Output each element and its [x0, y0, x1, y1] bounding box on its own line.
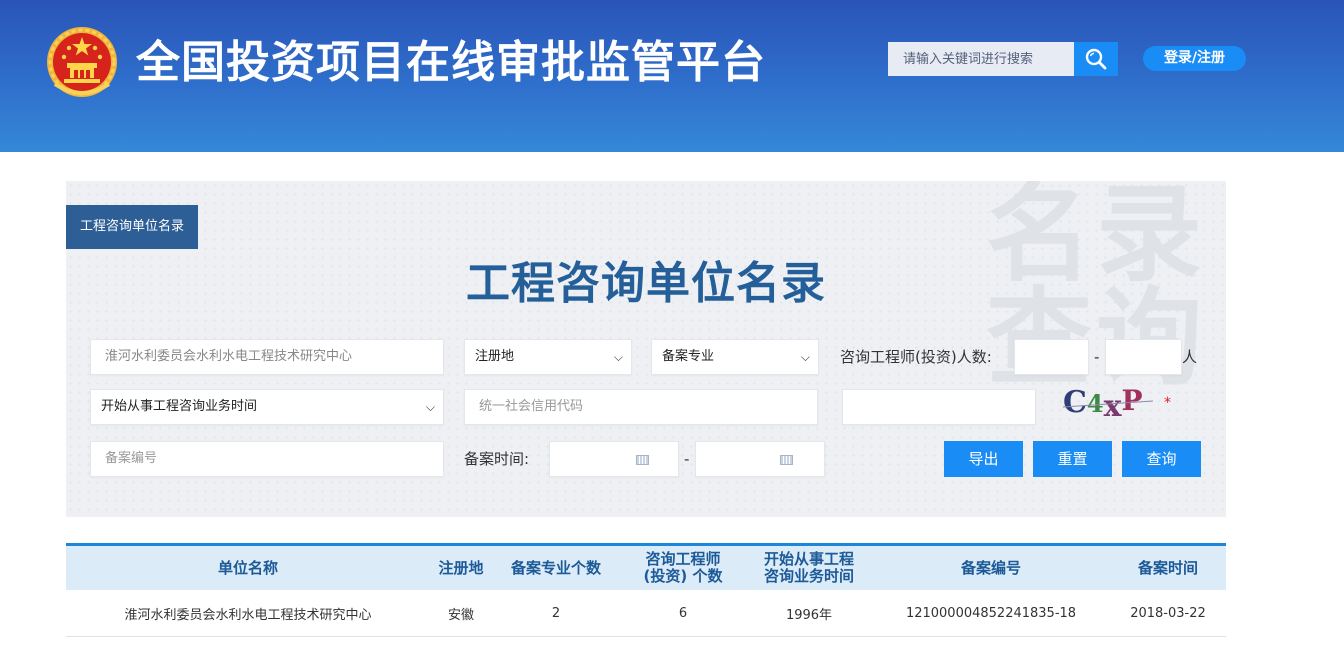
site-title: 全国投资项目在线审批监管平台	[136, 37, 766, 88]
engineer-count-max-input[interactable]	[1105, 339, 1182, 375]
search-panel: 名录查询 工程咨询单位名录 工程咨询单位名录 淮河水利委员会水利水电工程技术研究…	[66, 181, 1226, 517]
calendar-icon	[636, 455, 649, 465]
region-select[interactable]: 注册地 ⌵	[464, 339, 632, 375]
credit-code-field[interactable]: 统一社会信用代码	[464, 389, 818, 425]
results-table: 单位名称 注册地 备案专业个数 咨询工程师 (投资) 个数 开始从事工程 咨询业…	[66, 543, 1226, 637]
start-time-select[interactable]: 开始从事工程咨询业务时间 ⌵	[90, 389, 444, 425]
page-title: 工程咨询单位名录	[466, 258, 826, 309]
chevron-down-icon: ⌵	[425, 400, 435, 414]
login-register-button[interactable]: 登录/注册	[1143, 46, 1246, 71]
specialty-select[interactable]: 备案专业 ⌵	[651, 339, 819, 375]
cell-record-number: 121000004852241835-18	[905, 605, 1077, 621]
engineer-count-label: 咨询工程师(投资)人数:	[840, 348, 992, 366]
record-time-label: 备案时间:	[464, 450, 530, 468]
cell-specialty-count: 2	[551, 605, 561, 621]
chevron-down-icon: ⌵	[800, 350, 810, 364]
record-number-field[interactable]: 备案编号	[90, 441, 444, 477]
region-select-value: 注册地	[475, 349, 515, 364]
date-range-dash: -	[684, 450, 690, 468]
reset-button[interactable]: 重置	[1033, 441, 1112, 477]
record-time-start-input[interactable]	[549, 441, 679, 477]
export-button[interactable]: 导出	[944, 441, 1023, 477]
query-button[interactable]: 查询	[1122, 441, 1201, 477]
national-emblem-icon	[47, 27, 117, 97]
start-time-select-value: 开始从事工程咨询业务时间	[101, 399, 258, 414]
required-mark: *	[1164, 395, 1171, 411]
cell-unit-name[interactable]: 淮河水利委员会水利水电工程技术研究中心	[66, 590, 430, 636]
calendar-icon	[780, 455, 793, 465]
column-header-start-time: 开始从事工程 咨询业务时间	[763, 550, 854, 585]
unit-name-field[interactable]: 淮河水利委员会水利水电工程技术研究中心	[90, 339, 444, 375]
record-number-placeholder: 备案编号	[105, 451, 158, 466]
cell-engineer-count: 6	[678, 605, 688, 621]
column-header-record-number: 备案编号	[960, 558, 1021, 577]
unit-suffix: 人	[1182, 348, 1198, 366]
site-header: 全国投资项目在线审批监管平台 登录/注册	[0, 0, 1344, 152]
column-header-record-time: 备案时间	[1137, 558, 1198, 577]
search-input[interactable]	[888, 42, 1074, 76]
credit-code-placeholder: 统一社会信用代码	[479, 399, 584, 414]
column-header-specialty-count: 备案专业个数	[510, 558, 601, 577]
range-dash: -	[1094, 348, 1100, 366]
column-header-region: 注册地	[438, 558, 484, 577]
table-row[interactable]: 淮河水利委员会水利水电工程技术研究中心 安徽 2 6 1996年 1210000…	[66, 590, 1226, 637]
column-header-engineer-count: 咨询工程师 (投资) 个数	[643, 550, 723, 585]
captcha-input[interactable]	[842, 389, 1036, 425]
specialty-select-value: 备案专业	[662, 349, 715, 364]
record-time-end-input[interactable]	[695, 441, 825, 477]
cell-start-time: 1996年	[785, 607, 833, 623]
cell-record-time: 2018-03-22	[1130, 605, 1206, 621]
captcha-image[interactable]: C4xP	[1061, 381, 1161, 427]
chevron-down-icon: ⌵	[613, 350, 623, 364]
unit-name-value: 淮河水利委员会水利水电工程技术研究中心	[105, 349, 353, 364]
table-header: 单位名称 注册地 备案专业个数 咨询工程师 (投资) 个数 开始从事工程 咨询业…	[66, 543, 1226, 590]
section-tag: 工程咨询单位名录	[66, 205, 198, 249]
cell-region: 安徽	[447, 607, 474, 623]
search-icon	[1085, 48, 1107, 70]
column-header-unit-name: 单位名称	[217, 558, 278, 577]
search-button[interactable]	[1074, 42, 1118, 76]
engineer-count-min-input[interactable]	[1014, 339, 1089, 375]
